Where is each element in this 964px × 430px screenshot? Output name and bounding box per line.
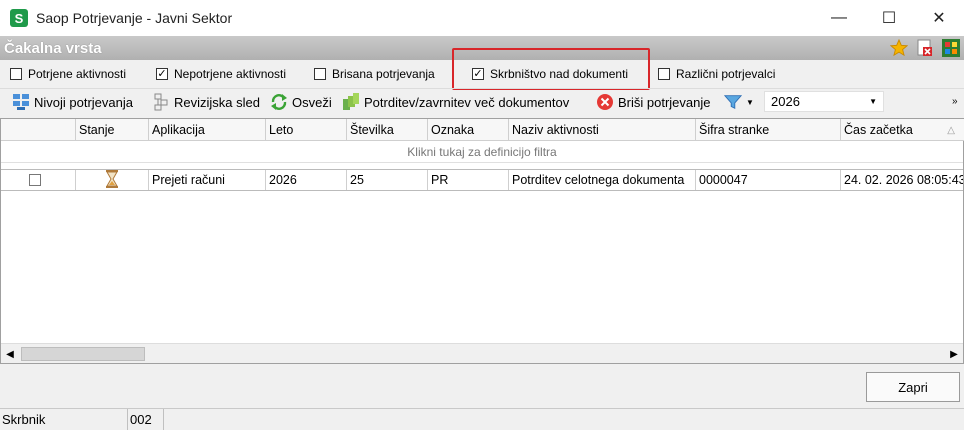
filter-deleted-confirmations[interactable]: Brisana potrjevanja bbox=[314, 64, 435, 84]
col-start-time[interactable]: Čas začetka △ bbox=[841, 119, 963, 141]
filter-different-approvers[interactable]: Različni potrjevalci bbox=[658, 64, 775, 84]
horizontal-scrollbar[interactable]: ◀ ▶ bbox=[1, 343, 963, 363]
row-customer: 0000047 bbox=[696, 170, 841, 190]
delete-label: Briši potrjevanje bbox=[618, 94, 711, 110]
levels-button[interactable]: Nivoji potrjevanja bbox=[12, 90, 133, 114]
delete-icon bbox=[596, 93, 614, 111]
unconfirmed-checkbox[interactable]: ✓ bbox=[156, 68, 168, 80]
filter-dropdown-button[interactable]: ▼ bbox=[724, 90, 754, 114]
confirmed-checkbox[interactable] bbox=[10, 68, 22, 80]
filter-definition-row[interactable]: Klikni tukaj za definicijo filtra bbox=[1, 141, 963, 163]
col-select[interactable] bbox=[1, 119, 76, 141]
sort-asc-icon: △ bbox=[947, 124, 955, 136]
scroll-right-icon[interactable]: ▶ bbox=[945, 344, 963, 364]
row-checkbox[interactable] bbox=[29, 174, 41, 186]
favorite-star-icon[interactable] bbox=[890, 39, 908, 57]
year-value: 2026 bbox=[771, 94, 800, 109]
row-application: Prejeti računi bbox=[149, 170, 266, 190]
queue-title: Čakalna vrsta bbox=[4, 39, 102, 57]
levels-icon bbox=[12, 93, 30, 111]
close-icon[interactable]: ✕ bbox=[914, 0, 964, 36]
scroll-thumb[interactable] bbox=[21, 347, 145, 361]
color-grid-icon[interactable] bbox=[942, 39, 960, 57]
col-state[interactable]: Stanje bbox=[76, 119, 149, 141]
col-activity[interactable]: Naziv aktivnosti bbox=[509, 119, 696, 141]
confirm-multi-icon bbox=[342, 93, 360, 111]
title-bar: S Saop Potrjevanje - Javni Sektor — ☐ ✕ bbox=[0, 0, 964, 36]
chevron-down-icon: ▼ bbox=[746, 97, 754, 107]
levels-label: Nivoji potrjevanja bbox=[34, 94, 133, 110]
delete-confirmation-button[interactable]: Briši potrjevanje bbox=[596, 90, 711, 114]
footer bbox=[0, 364, 964, 408]
close-button[interactable]: Zapri bbox=[866, 372, 960, 402]
row-year: 2026 bbox=[266, 170, 347, 190]
deleted-label: Brisana potrjevanja bbox=[332, 67, 435, 81]
table-row[interactable]: Prejeti računi 2026 25 PR Potrditev celo… bbox=[1, 169, 963, 191]
queue-grid: Stanje Aplikacija Leto Številka Oznaka N… bbox=[0, 118, 964, 364]
confirmed-label: Potrjene aktivnosti bbox=[28, 67, 127, 81]
confirm-multi-button[interactable]: Potrditev/zavrnitev več dokumentov bbox=[342, 90, 569, 114]
audit-button[interactable]: Revizijska sled bbox=[152, 90, 260, 114]
app-icon: S bbox=[10, 9, 28, 27]
approvers-label: Različni potrjevalci bbox=[676, 67, 776, 81]
chevron-down-icon: ▼ bbox=[869, 97, 877, 106]
audit-label: Revizijska sled bbox=[174, 94, 260, 110]
grid-header: Stanje Aplikacija Leto Številka Oznaka N… bbox=[1, 119, 964, 141]
highlight-annotation bbox=[452, 48, 650, 90]
status-role: Skrbnik bbox=[0, 409, 128, 430]
filter-unconfirmed-activities[interactable]: ✓ Nepotrjene aktivnosti bbox=[156, 64, 286, 84]
row-state-cell bbox=[76, 170, 149, 190]
filter-confirmed-activities[interactable]: Potrjene aktivnosti bbox=[10, 64, 126, 84]
scroll-left-icon[interactable]: ◀ bbox=[1, 344, 19, 364]
row-select-cell[interactable] bbox=[1, 170, 76, 190]
hourglass-icon bbox=[106, 170, 118, 190]
col-customer[interactable]: Šifra stranke bbox=[696, 119, 841, 141]
close-document-icon[interactable] bbox=[916, 39, 934, 57]
refresh-label: Osveži bbox=[292, 94, 332, 110]
maximize-icon[interactable]: ☐ bbox=[864, 0, 914, 36]
col-application[interactable]: Aplikacija bbox=[149, 119, 266, 141]
deleted-checkbox[interactable] bbox=[314, 68, 326, 80]
row-start-time: 24. 02. 2026 08:05:43 bbox=[844, 173, 963, 187]
row-number: 25 bbox=[347, 170, 428, 190]
window-title: Saop Potrjevanje - Javni Sektor bbox=[36, 10, 233, 26]
row-activity: Potrditev celotnega dokumenta bbox=[509, 170, 696, 190]
approvers-checkbox[interactable] bbox=[658, 68, 670, 80]
col-start-time-label: Čas začetka bbox=[844, 123, 913, 137]
unconfirmed-label: Nepotrjene aktivnosti bbox=[174, 67, 287, 81]
audit-icon bbox=[152, 93, 170, 111]
refresh-button[interactable]: Osveži bbox=[270, 90, 332, 114]
minimize-icon[interactable]: — bbox=[814, 0, 864, 36]
col-year[interactable]: Leto bbox=[266, 119, 347, 141]
year-select[interactable]: 2026 ▼ bbox=[764, 91, 884, 112]
funnel-icon bbox=[724, 93, 742, 111]
col-tag[interactable]: Oznaka bbox=[428, 119, 509, 141]
status-code: 002 bbox=[128, 409, 164, 430]
toolbar-overflow-icon[interactable]: » bbox=[952, 90, 958, 114]
status-bar: Skrbnik 002 bbox=[0, 408, 964, 430]
row-tag: PR bbox=[428, 170, 509, 190]
col-number[interactable]: Številka bbox=[347, 119, 428, 141]
confirm-multi-label: Potrditev/zavrnitev več dokumentov bbox=[364, 94, 570, 110]
refresh-icon bbox=[270, 93, 288, 111]
